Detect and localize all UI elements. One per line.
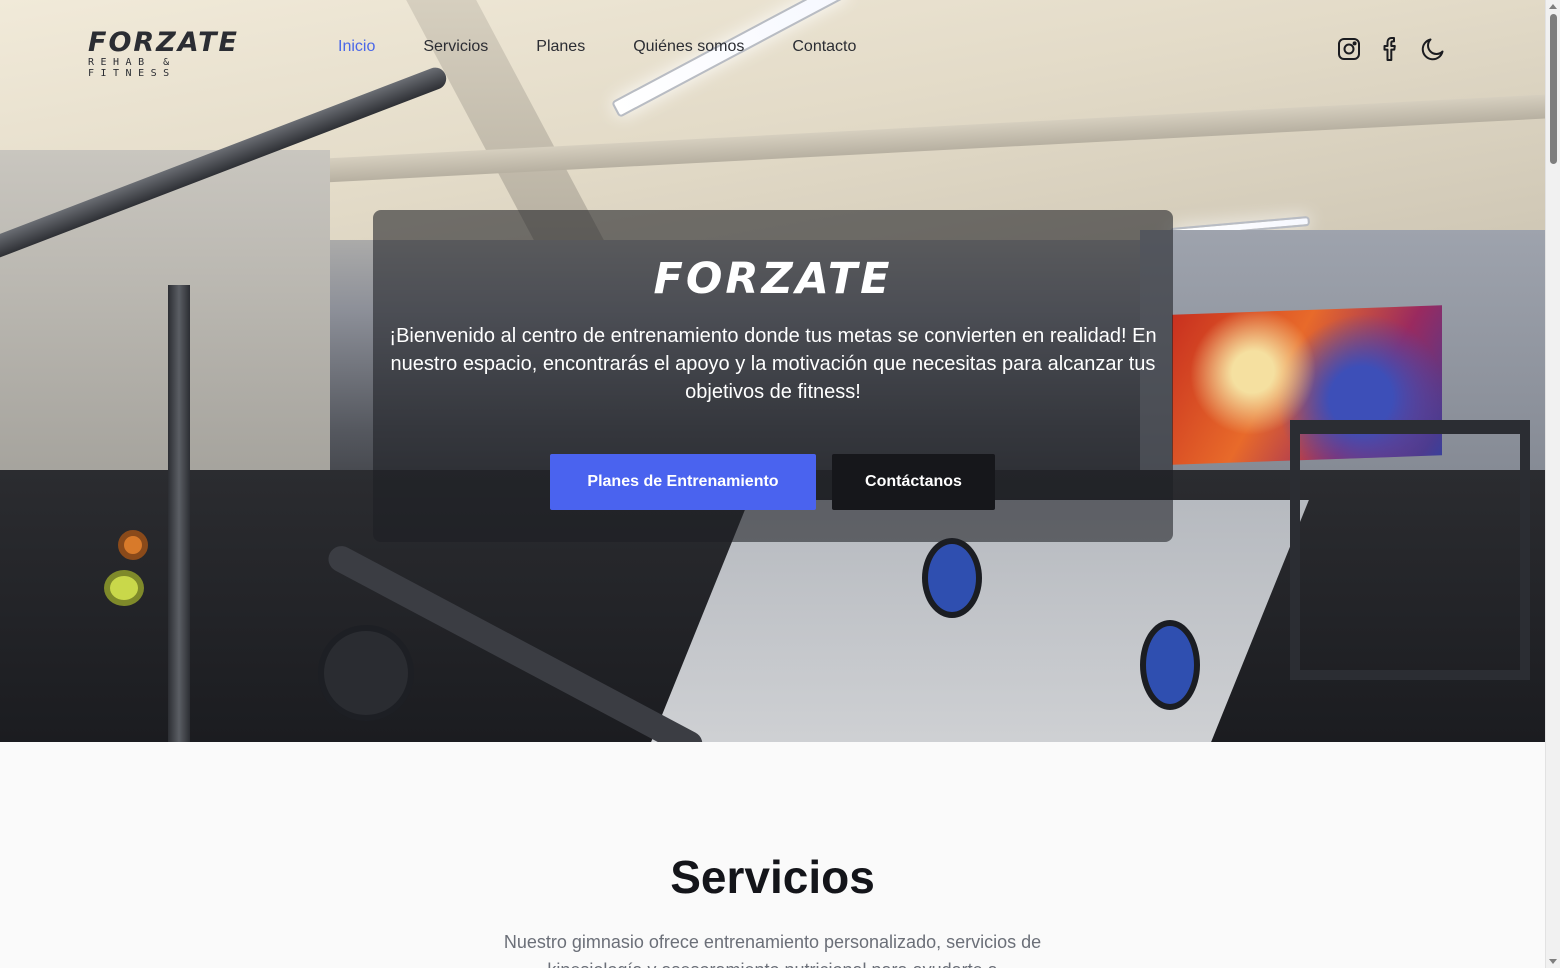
logo-wordmark: FORZATE (88, 27, 239, 58)
nav-link-quienes-somos[interactable]: Quiénes somos (633, 38, 744, 56)
scroll-up-arrow-icon[interactable] (1549, 4, 1557, 9)
page-scrollbar[interactable] (1545, 0, 1560, 968)
scroll-down-arrow-icon[interactable] (1549, 959, 1557, 964)
services-description: Nuestro gimnasio ofrece entrenamiento pe… (503, 932, 1042, 968)
weight-plate (922, 538, 982, 618)
weight-plate (1140, 620, 1200, 710)
scroll-thumb[interactable] (1550, 14, 1557, 164)
nav-link-contacto[interactable]: Contacto (792, 38, 856, 56)
weight-plate (118, 530, 148, 560)
nav-link-inicio[interactable]: Inicio (338, 38, 375, 56)
weight-plate (104, 570, 144, 606)
training-plans-button[interactable]: Planes de Entrenamiento (550, 454, 816, 510)
logo-tagline: REHAB & FITNESS (88, 57, 176, 79)
services-heading: Servicios (670, 851, 875, 903)
nav-links: Inicio Servicios Planes Quiénes somos Co… (338, 38, 904, 56)
hero-welcome-text: ¡Bienvenido al centro de entrenamiento d… (389, 325, 1157, 403)
nav-link-planes[interactable]: Planes (536, 38, 585, 56)
handrail-post (168, 285, 190, 742)
nav-link-servicios[interactable]: Servicios (423, 38, 488, 56)
hero-card: FORZATE ¡Bienvenido al centro de entrena… (373, 210, 1173, 542)
instagram-icon[interactable] (1336, 35, 1362, 63)
brand-logo[interactable]: FORZATE REHAB & FITNESS (88, 27, 260, 79)
hero-logo: FORZATE (653, 254, 893, 304)
weight-rack (1290, 420, 1530, 680)
weight-plate (318, 625, 414, 721)
facebook-icon[interactable] (1378, 35, 1404, 63)
moon-icon[interactable] (1420, 35, 1446, 63)
top-navigation: FORZATE REHAB & FITNESS Inicio Servicios… (0, 0, 1545, 98)
nav-icons (1336, 35, 1446, 63)
contact-us-button[interactable]: Contáctanos (832, 454, 995, 510)
